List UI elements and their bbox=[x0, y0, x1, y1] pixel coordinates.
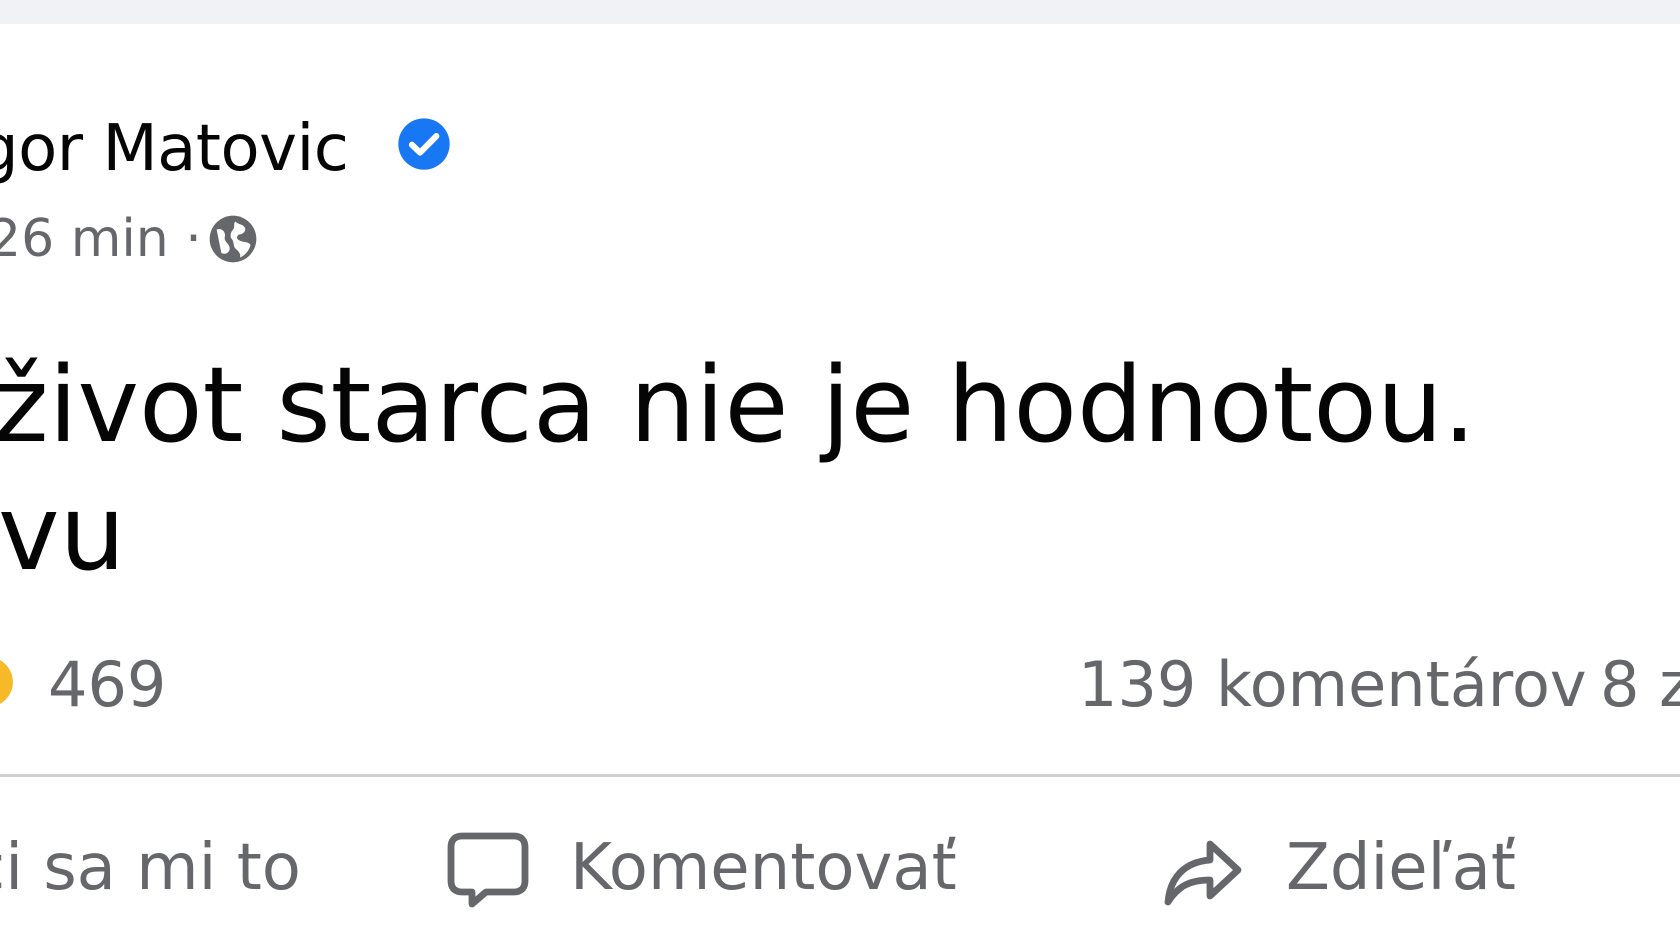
author-name[interactable]: gor Matovic bbox=[0, 112, 349, 186]
comment-button[interactable]: Komentovať bbox=[570, 831, 957, 905]
share-button[interactable]: Zdieľať bbox=[1286, 831, 1516, 905]
like-button[interactable]: či sa mi to bbox=[0, 831, 301, 905]
verified-badge-icon bbox=[398, 118, 450, 170]
reaction-count[interactable]: 469 bbox=[48, 648, 166, 721]
comment-icon[interactable] bbox=[446, 830, 530, 910]
shares-count[interactable]: 8 z bbox=[1600, 648, 1680, 721]
globe-icon bbox=[209, 215, 257, 263]
post-time[interactable]: 26 min bbox=[0, 209, 169, 269]
comments-count[interactable]: 139 komentárov bbox=[1078, 648, 1587, 721]
post-card: gor Matovic 26 min · život starca nie je… bbox=[0, 24, 1680, 945]
post-text-line-1: život starca nie je hodnotou. bbox=[0, 344, 1476, 466]
post-text-line-2: vu bbox=[0, 472, 126, 594]
reaction-emoji-icon[interactable] bbox=[0, 656, 14, 708]
actions-divider bbox=[0, 774, 1680, 777]
post-meta: 26 min · bbox=[0, 209, 202, 269]
meta-separator: · bbox=[185, 209, 202, 269]
share-arrow-icon[interactable] bbox=[1162, 832, 1246, 912]
